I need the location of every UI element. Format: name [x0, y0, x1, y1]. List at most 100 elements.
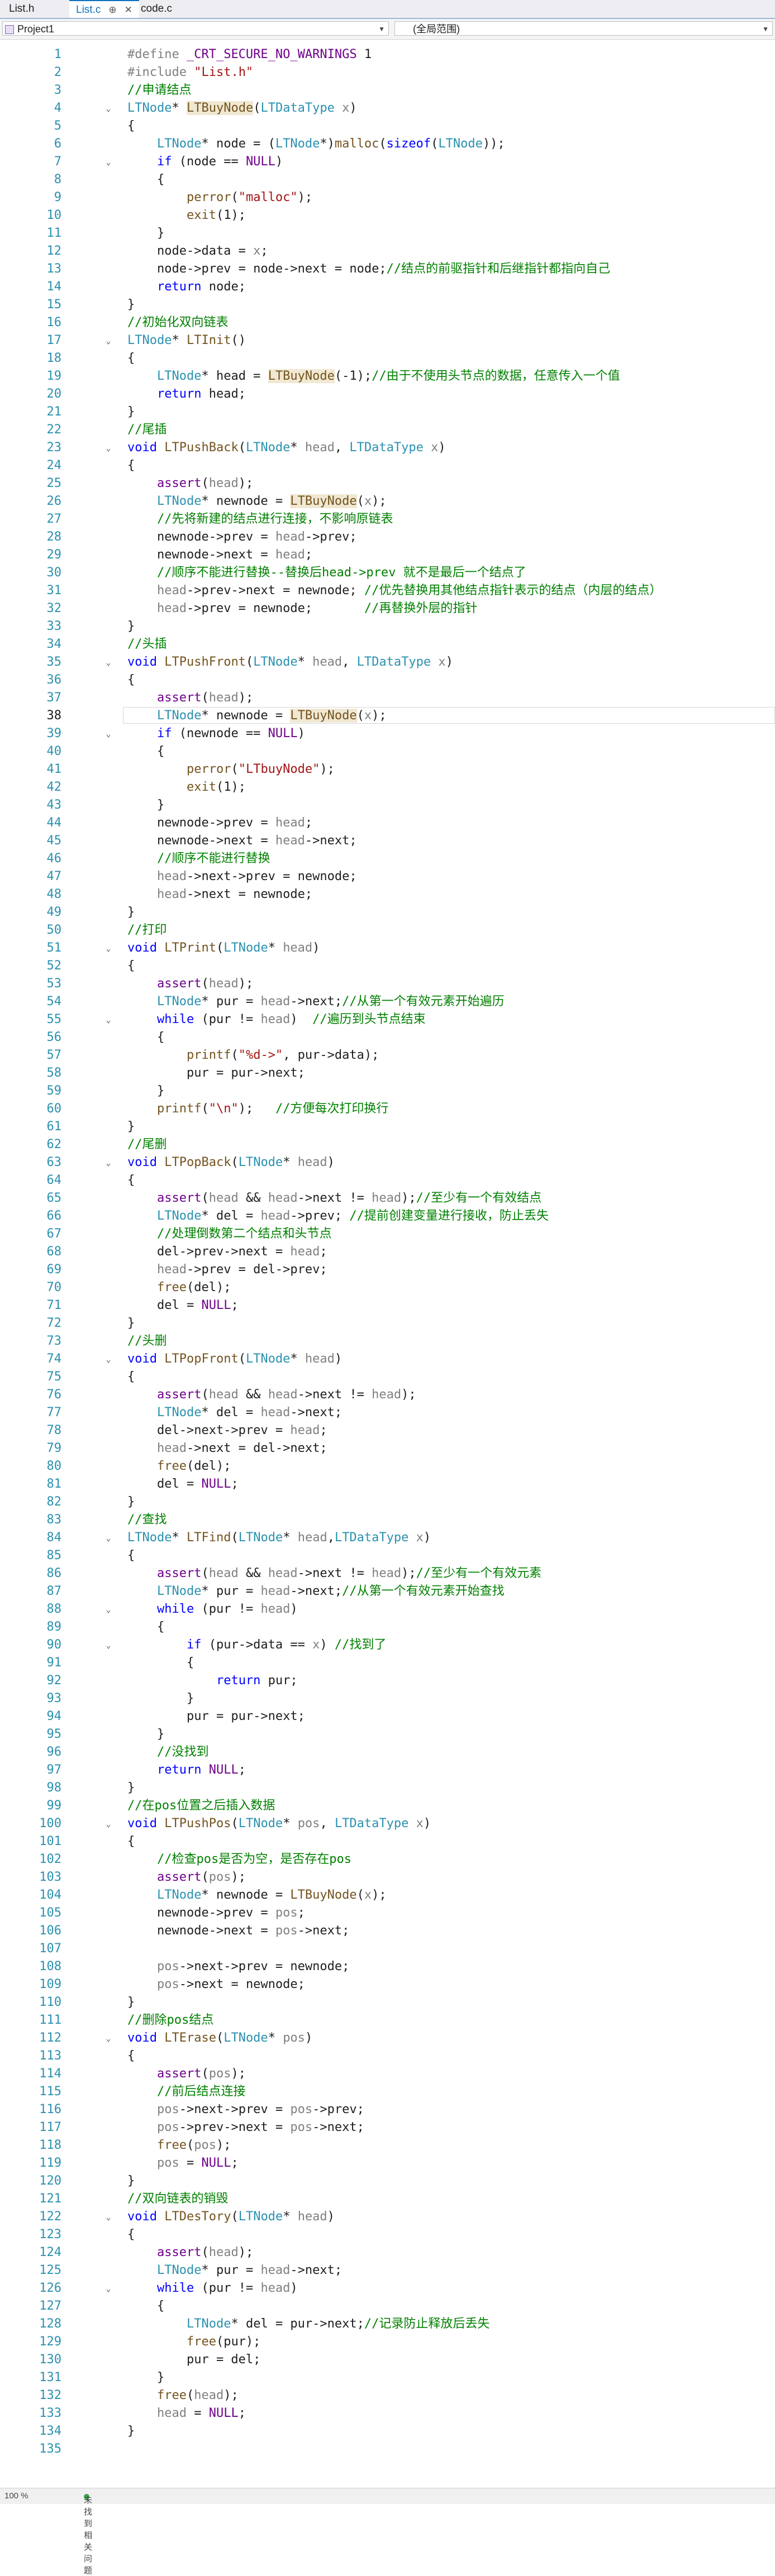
code-line[interactable]: 2 #include "List.h"	[0, 64, 775, 82]
code-line[interactable]: 111 //删除pos结点	[0, 2011, 775, 2029]
code-line[interactable]: 84 ⌄ LTNode* LTFind(LTNode* head,LTDataTyp…	[0, 1529, 775, 1547]
close-icon[interactable]: ✕	[125, 4, 132, 15]
scope-dropdown[interactable]: (全局范围) ▼	[394, 21, 773, 36]
code-line[interactable]: 120}	[0, 2172, 775, 2190]
code-line[interactable]: 33}	[0, 618, 775, 635]
code-line[interactable]: 110}	[0, 1994, 775, 2011]
code-line[interactable]: 46 //顺序不能进行替换	[0, 850, 775, 868]
code-line[interactable]: 3 //申请结点	[0, 82, 775, 99]
code-line[interactable]: 121 //双向链表的销毁	[0, 2190, 775, 2208]
code-line[interactable]: 114 assert(pos);	[0, 2065, 775, 2083]
code-line[interactable]: 103 assert(pos);	[0, 1868, 775, 1886]
code-line[interactable]: 50 //打印	[0, 921, 775, 939]
fold-toggle-icon[interactable]: ⌄	[103, 332, 114, 350]
code-line[interactable]: 72}	[0, 1315, 775, 1332]
code-line[interactable]: 82}	[0, 1493, 775, 1511]
code-line[interactable]: 20 return head;	[0, 385, 775, 403]
fold-toggle-icon[interactable]: ⌄	[103, 725, 114, 743]
code-line[interactable]: 130 pur = del;	[0, 2351, 775, 2369]
code-line[interactable]: 79 head->next = del->next;	[0, 1440, 775, 1457]
code-line[interactable]: 5{	[0, 117, 775, 135]
fold-toggle-icon[interactable]: ⌄	[103, 2208, 114, 2226]
code-line[interactable]: 86 assert(head && head->next != head);//…	[0, 1565, 775, 1583]
code-line[interactable]: 30 //顺序不能进行替换--替换后head->prev 就不是最后一个结点了	[0, 564, 775, 582]
code-line[interactable]: 15}	[0, 296, 775, 314]
code-line[interactable]: 18 {	[0, 350, 775, 367]
code-line[interactable]: 25 assert(head);	[0, 475, 775, 493]
code-line[interactable]: 36 {	[0, 671, 775, 689]
code-line[interactable]: 55 ⌄ while (pur != head) //遍历到头节点结束	[0, 1011, 775, 1029]
code-line[interactable]: 69 head->prev = del->prev;	[0, 1261, 775, 1279]
tab-list-h[interactable]: List.h	[2, 0, 41, 18]
code-line[interactable]: 90 ⌄ if (pur->data == x) //找到了	[0, 1636, 775, 1654]
code-line[interactable]: 38 LTNode* newnode = LTBuyNode(x);	[0, 707, 775, 725]
code-line[interactable]: 62 //尾删	[0, 1136, 775, 1154]
code-line[interactable]: 94 pur = pur->next;	[0, 1708, 775, 1726]
code-line[interactable]: 45 newnode->next = head->next;	[0, 832, 775, 850]
code-line[interactable]: 47 head->next->prev = newnode;	[0, 868, 775, 886]
code-line[interactable]: 95 }	[0, 1726, 775, 1743]
code-line[interactable]: 132 free(head);	[0, 2387, 775, 2405]
code-line[interactable]: 39 ⌄ if (newnode == NULL)	[0, 725, 775, 743]
code-line[interactable]: 42 exit(1);	[0, 778, 775, 796]
code-line[interactable]: 108 pos->next->prev = newnode;	[0, 1958, 775, 1976]
code-line[interactable]: 107	[0, 1940, 775, 1958]
code-line[interactable]: 6 LTNode* node = (LTNode*)malloc(sizeof(…	[0, 135, 775, 153]
code-line[interactable]: 34 //头插	[0, 635, 775, 653]
code-line[interactable]: 76 assert(head && head->next != head);	[0, 1386, 775, 1404]
code-line[interactable]: 113 {	[0, 2047, 775, 2065]
code-line[interactable]: 13 node->prev = node->next = node;//结点的前…	[0, 260, 775, 278]
code-line[interactable]: 105 newnode->prev = pos;	[0, 1904, 775, 1922]
code-editor[interactable]: 1 #define _CRT_SECURE_NO_WARNINGS 1 2 #incl…	[0, 40, 775, 2488]
code-line[interactable]: 78 del->next->prev = head;	[0, 1422, 775, 1440]
code-line[interactable]: 119 pos = NULL;	[0, 2154, 775, 2172]
code-line[interactable]: 117 pos->prev->next = pos->next;	[0, 2119, 775, 2137]
code-line[interactable]: 52 {	[0, 957, 775, 975]
code-line[interactable]: 125 LTNode* pur = head->next;	[0, 2262, 775, 2279]
code-line[interactable]: 1 #define _CRT_SECURE_NO_WARNINGS 1	[0, 46, 775, 64]
fold-toggle-icon[interactable]: ⌄	[103, 653, 114, 671]
code-line[interactable]: 63 ⌄ void LTPopBack(LTNode* head)	[0, 1154, 775, 1172]
project-dropdown[interactable]: Project1 ▼	[2, 21, 389, 36]
code-line[interactable]: 98}	[0, 1779, 775, 1797]
code-line[interactable]: 109 pos->next = newnode;	[0, 1976, 775, 1994]
code-line[interactable]: 40 {	[0, 743, 775, 761]
code-line[interactable]: 57 printf("%d->", pur->data);	[0, 1046, 775, 1064]
code-line[interactable]: 60 printf("\n"); //方便每次打印换行	[0, 1100, 775, 1118]
code-line[interactable]: 27 //先将新建的结点进行连接，不影响原链表	[0, 510, 775, 528]
code-line[interactable]: 29 newnode->next = head;	[0, 546, 775, 564]
code-line[interactable]: 41 perror("LTbuyNode");	[0, 761, 775, 778]
code-line[interactable]: 66 LTNode* del = head->prev; //提前创建变量进行接…	[0, 1207, 775, 1225]
code-line[interactable]: 49}	[0, 904, 775, 921]
code-line[interactable]: 19 LTNode* head = LTBuyNode(-1);//由于不使用头…	[0, 367, 775, 385]
code-line[interactable]: 123 {	[0, 2226, 775, 2244]
code-line[interactable]: 106 newnode->next = pos->next;	[0, 1922, 775, 1940]
code-line[interactable]: 87 LTNode* pur = head->next;//从第一个有效元素开始…	[0, 1583, 775, 1600]
code-line[interactable]: 129 free(pur);	[0, 2333, 775, 2351]
code-line[interactable]: 67 //处理倒数第二个结点和头节点	[0, 1225, 775, 1243]
code-line[interactable]: 115 //前后结点连接	[0, 2083, 775, 2101]
code-line[interactable]: 32 head->prev = newnode; //再替换外层的指针	[0, 600, 775, 618]
code-line[interactable]: 91 {	[0, 1654, 775, 1672]
fold-toggle-icon[interactable]: ⌄	[103, 1011, 114, 1029]
code-line[interactable]: 102 //检查pos是否为空，是否存在pos	[0, 1851, 775, 1868]
code-line[interactable]: 48 head->next = newnode;	[0, 886, 775, 904]
zoom-level[interactable]: 100 %	[4, 2491, 28, 2501]
code-line[interactable]: 93 }	[0, 1690, 775, 1708]
fold-toggle-icon[interactable]: ⌄	[103, 1600, 114, 1618]
fold-toggle-icon[interactable]: ⌄	[103, 2279, 114, 2297]
code-line[interactable]: 14 return node;	[0, 278, 775, 296]
code-line[interactable]: 68 del->prev->next = head;	[0, 1243, 775, 1261]
code-line[interactable]: 10 exit(1);	[0, 207, 775, 224]
code-line[interactable]: 61}	[0, 1118, 775, 1136]
code-line[interactable]: 54 LTNode* pur = head->next;//从第一个有效元素开始…	[0, 993, 775, 1011]
code-line[interactable]: 4 ⌄ LTNode* LTBuyNode(LTDataType x)	[0, 99, 775, 117]
code-line[interactable]: 128 LTNode* del = pur->next;//记录防止释放后丢失	[0, 2315, 775, 2333]
code-line[interactable]: 24 {	[0, 457, 775, 475]
code-line[interactable]: 88 ⌄ while (pur != head)	[0, 1600, 775, 1618]
code-line[interactable]: 89 {	[0, 1618, 775, 1636]
code-line[interactable]: 96 //没找到	[0, 1743, 775, 1761]
code-line[interactable]: 43 }	[0, 796, 775, 814]
fold-toggle-icon[interactable]: ⌄	[103, 99, 114, 117]
fold-toggle-icon[interactable]: ⌄	[103, 2029, 114, 2047]
